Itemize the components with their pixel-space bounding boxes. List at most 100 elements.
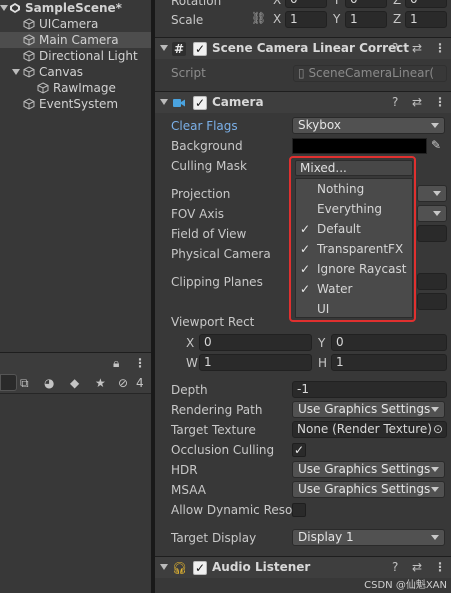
preset-icon[interactable]: ⇄ bbox=[412, 95, 422, 109]
depth-field[interactable]: -1 bbox=[292, 381, 447, 398]
scale-z-field[interactable]: 1 bbox=[405, 11, 447, 28]
far-clip-input[interactable] bbox=[417, 293, 447, 310]
viewport-x-field[interactable]: 0 bbox=[199, 334, 312, 351]
search-by-label-icon[interactable]: ◆ bbox=[70, 376, 79, 390]
component-menu-icon[interactable]: ⋮ bbox=[434, 41, 446, 55]
camera-component-header[interactable]: ✓ Camera ? ⇄ ⋮ bbox=[155, 91, 451, 113]
scale-y-label: Y bbox=[333, 12, 341, 26]
hierarchy-item-uicamera[interactable]: UICamera bbox=[0, 16, 151, 32]
audio-listener-header[interactable]: 🎧︎ ✓ Audio Listener ? ⇄ ⋮ bbox=[155, 556, 451, 578]
eyedropper-icon[interactable]: ✎ bbox=[431, 138, 441, 152]
msaa-dropdown[interactable]: Use Graphics Settings bbox=[292, 481, 445, 498]
scale-link-icon[interactable]: ⛓ bbox=[251, 11, 266, 25]
layer-option-ignore-raycast[interactable]: ✓ Ignore Raycast bbox=[296, 259, 412, 279]
hierarchy-item-label: Canvas bbox=[39, 65, 84, 79]
near-clip-input[interactable] bbox=[417, 273, 447, 290]
layer-option-default[interactable]: ✓ Default bbox=[296, 219, 412, 239]
background-color-swatch[interactable] bbox=[292, 138, 427, 154]
hidden-packages-icon[interactable]: ⊘ bbox=[118, 376, 128, 390]
rotation-z-field[interactable]: 0 bbox=[405, 0, 447, 8]
help-icon[interactable]: ? bbox=[392, 560, 398, 574]
headphones-icon: 🎧︎ bbox=[172, 561, 188, 575]
hdr-dropdown[interactable]: Use Graphics Settings bbox=[292, 461, 445, 478]
gameobject-icon bbox=[23, 66, 35, 78]
culling-mask-field[interactable]: Mixed... bbox=[295, 160, 413, 176]
rendering-path-dropdown[interactable]: Use Graphics Settings bbox=[292, 401, 445, 418]
scale-y-field[interactable]: 1 bbox=[345, 11, 387, 28]
hierarchy-item-rawimage[interactable]: RawImage bbox=[0, 80, 151, 96]
lock-icon[interactable]: 🔒︎ bbox=[113, 356, 119, 370]
scale-x-label: X bbox=[273, 12, 282, 26]
script-component-title: Scene Camera Linear Correct bbox=[212, 41, 410, 55]
preset-icon[interactable]: ⇄ bbox=[412, 560, 422, 574]
layer-option-label: Ignore Raycast bbox=[317, 262, 407, 276]
scale-label: Scale bbox=[171, 13, 204, 27]
projection-label: Projection bbox=[171, 187, 231, 201]
script-file-icon: ▯ bbox=[298, 66, 305, 80]
foldout-arrow-icon[interactable] bbox=[160, 45, 168, 51]
viewport-h-field[interactable]: 1 bbox=[331, 354, 447, 371]
background-label: Background bbox=[171, 139, 243, 153]
viewport-y-field[interactable]: 0 bbox=[331, 334, 447, 351]
hierarchy-item-canvas[interactable]: Canvas bbox=[0, 64, 151, 80]
chevron-down-icon bbox=[431, 407, 439, 412]
script-component-header[interactable]: # ✓ Scene Camera Linear Correct ? ⇄ ⋮ bbox=[155, 37, 451, 59]
fov-axis-label: FOV Axis bbox=[171, 207, 225, 221]
projection-dropdown[interactable] bbox=[417, 185, 447, 202]
viewport-h-label: H bbox=[318, 356, 328, 370]
gameobject-icon bbox=[37, 82, 49, 94]
hierarchy-item-main-camera[interactable]: Main Camera bbox=[0, 32, 151, 48]
check-icon: ✓ bbox=[300, 262, 311, 276]
rendering-path-value: Use Graphics Settings bbox=[298, 402, 431, 416]
layer-option-nothing[interactable]: Nothing bbox=[296, 179, 412, 199]
search-by-type-icon[interactable]: ◕ bbox=[44, 376, 54, 390]
chevron-down-icon bbox=[431, 467, 439, 472]
layer-option-label: Default bbox=[317, 222, 361, 236]
occlusion-culling-checkbox[interactable]: ✓ bbox=[292, 443, 306, 457]
hierarchy-item-label: EventSystem bbox=[39, 97, 119, 111]
panel-menu-icon[interactable]: ⋮ bbox=[134, 356, 146, 370]
help-icon[interactable]: ? bbox=[392, 41, 398, 55]
hierarchy-item-eventsystem[interactable]: EventSystem bbox=[0, 96, 151, 112]
foldout-arrow-icon[interactable] bbox=[160, 564, 168, 570]
expand-arrow-icon[interactable] bbox=[12, 69, 20, 75]
expand-arrow-icon[interactable] bbox=[0, 5, 8, 11]
scale-x-field[interactable]: 1 bbox=[285, 11, 327, 28]
layer-option-everything[interactable]: Everything bbox=[296, 199, 412, 219]
component-menu-icon[interactable]: ⋮ bbox=[434, 95, 446, 109]
target-texture-field[interactable]: None (Render Texture) ⊙ bbox=[292, 421, 447, 438]
layer-option-ui[interactable]: UI bbox=[296, 299, 412, 319]
project-search-input[interactable] bbox=[0, 374, 17, 391]
rotation-x-field[interactable]: 0 bbox=[285, 0, 327, 8]
create-from-selection-icon[interactable]: ⧉ bbox=[20, 376, 29, 390]
help-icon[interactable]: ? bbox=[392, 95, 398, 109]
occlusion-culling-label: Occlusion Culling bbox=[171, 443, 275, 457]
foldout-arrow-icon[interactable] bbox=[160, 99, 168, 105]
viewport-w-field[interactable]: 1 bbox=[199, 354, 312, 371]
fov-axis-dropdown[interactable] bbox=[417, 205, 447, 222]
script-enabled-checkbox[interactable]: ✓ bbox=[193, 42, 207, 56]
clear-flags-label: Clear Flags bbox=[171, 119, 238, 133]
unity-scene-icon bbox=[10, 3, 20, 13]
gameobject-icon bbox=[23, 34, 35, 46]
hierarchy-item-directional-light[interactable]: Directional Light bbox=[0, 48, 151, 64]
clear-flags-dropdown[interactable]: Skybox bbox=[292, 117, 445, 134]
audio-listener-enabled-checkbox[interactable]: ✓ bbox=[193, 561, 207, 575]
camera-enabled-checkbox[interactable]: ✓ bbox=[193, 96, 207, 110]
favorites-star-icon[interactable]: ★ bbox=[95, 376, 106, 390]
script-object-field[interactable]: ▯ SceneCameraLinear( bbox=[293, 65, 447, 82]
scene-name: SampleScene* bbox=[25, 1, 122, 15]
layer-option-transparentfx[interactable]: ✓ TransparentFX bbox=[296, 239, 412, 259]
allow-dynamic-resolution-checkbox[interactable] bbox=[292, 503, 306, 517]
target-display-dropdown[interactable]: Display 1 bbox=[292, 529, 445, 546]
culling-mask-label: Culling Mask bbox=[171, 159, 247, 173]
scene-row[interactable]: SampleScene* bbox=[0, 0, 151, 16]
layer-option-water[interactable]: ✓ Water bbox=[296, 279, 412, 299]
object-picker-icon[interactable]: ⊙ bbox=[433, 422, 443, 437]
rotation-y-field[interactable]: 0 bbox=[345, 0, 387, 8]
field-of-view-input[interactable] bbox=[417, 225, 447, 242]
preset-icon[interactable]: ⇄ bbox=[412, 41, 422, 55]
hdr-value: Use Graphics Settings bbox=[298, 462, 431, 476]
check-icon: ✓ bbox=[300, 282, 311, 296]
component-menu-icon[interactable]: ⋮ bbox=[434, 560, 446, 574]
